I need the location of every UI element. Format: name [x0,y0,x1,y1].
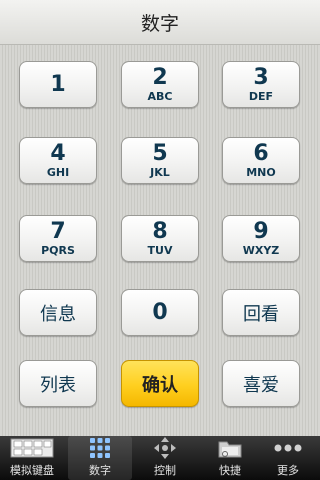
key-letters: PQRS [41,243,75,257]
tab-label: 模拟键盘 [10,464,54,477]
tab-label: 更多 [277,464,299,477]
key-4[interactable]: 4 GHI [19,137,97,184]
keyboard-icon [10,436,54,460]
tab-control[interactable]: 控制 [133,436,197,480]
key-7[interactable]: 7 PQRS [19,215,97,262]
key-letters: TUV [147,243,173,257]
key-label: 喜爱 [243,374,279,396]
folder-icon [217,436,243,460]
key-number: 5 [152,140,168,166]
key-0[interactable]: 0 [121,289,199,336]
key-letters: GHI [46,165,70,179]
list-button[interactable]: 列表 [19,360,97,407]
replay-button[interactable]: 回看 [222,289,300,336]
key-letters: ABC [147,89,173,103]
key-number: 2 [152,64,168,90]
tab-bar: 模拟键盘 数字 控制 快捷 更多 [0,436,320,480]
dpad-icon [153,436,177,460]
key-number: 3 [253,64,269,90]
key-number: 9 [253,218,269,244]
key-letters: MNO [246,165,276,179]
title-bar: 数字 [0,0,320,45]
key-3[interactable]: 3 DEF [222,61,300,108]
key-letters: WXYZ [242,243,280,257]
numeric-keypad: 1 2 ABC 3 DEF 4 GHI 5 JKL 6 MNO 7 PQRS 8… [0,45,320,436]
key-label: 确认 [142,374,178,396]
key-5[interactable]: 5 JKL [121,137,199,184]
tab-label: 控制 [154,464,176,477]
confirm-button[interactable]: 确认 [121,360,199,407]
key-number: 8 [152,218,168,244]
tab-label: 数字 [89,464,111,477]
info-button[interactable]: 信息 [19,289,97,336]
key-number: 4 [50,140,66,166]
key-2[interactable]: 2 ABC [121,61,199,108]
tab-numeric[interactable]: 数字 [68,436,132,480]
key-6[interactable]: 6 MNO [222,137,300,184]
key-label: 回看 [243,303,279,325]
favorites-button[interactable]: 喜爱 [222,360,300,407]
numeric-grid-icon [89,436,111,460]
key-8[interactable]: 8 TUV [121,215,199,262]
key-number: 1 [50,71,66,97]
key-number: 0 [152,299,168,325]
key-number: 7 [50,218,66,244]
tab-keyboard[interactable]: 模拟键盘 [0,436,64,480]
key-label: 信息 [40,303,76,325]
page-title: 数字 [140,12,179,35]
key-label: 列表 [40,374,76,396]
tab-more[interactable]: 更多 [256,436,320,480]
key-letters: DEF [248,89,274,103]
tab-shortcuts[interactable]: 快捷 [198,436,262,480]
key-number: 6 [253,140,269,166]
key-letters: JKL [150,165,170,179]
key-1[interactable]: 1 [19,61,97,108]
key-9[interactable]: 9 WXYZ [222,215,300,262]
tab-label: 快捷 [219,464,241,477]
more-dots-icon [273,436,303,460]
